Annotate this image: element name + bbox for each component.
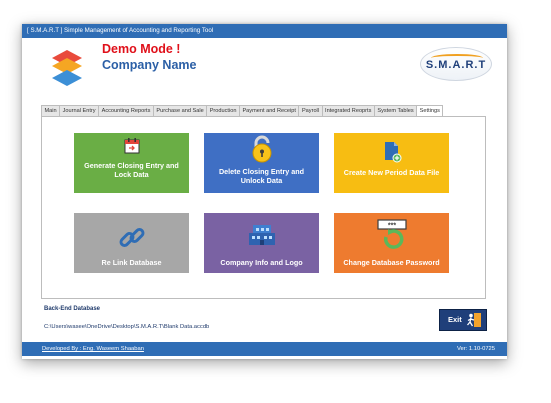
version-label: Ver: 1.10-0725	[456, 346, 495, 352]
generate-closing-entry-button[interactable]: Generate Closing Entry and Lock Data	[74, 133, 189, 193]
svg-text:***: ***	[387, 223, 395, 230]
header: Demo Mode ! Company Name S.M.A.R.T	[22, 38, 507, 108]
relink-database-button[interactable]: Re Link Database	[74, 213, 189, 273]
change-database-password-label: Change Database Password	[343, 258, 440, 267]
company-info-label: Company Info and Logo	[220, 258, 303, 267]
settings-panel: Generate Closing Entry and Lock Data Del…	[41, 116, 486, 299]
app-logo-icon	[52, 50, 82, 86]
backend-database-title: Back-End Database	[44, 306, 101, 312]
new-file-icon	[384, 142, 401, 163]
exit-button[interactable]: Exit	[439, 309, 487, 331]
backend-database-path: C:\Users\wasee\OneDrive\Desktop\S.M.A.R.…	[44, 324, 210, 330]
create-new-period-label: Create New Period Data File	[343, 168, 440, 177]
brand-logo: S.M.A.R.T	[420, 47, 492, 81]
app-window: [ S.M.A.R.T ] Simple Management of Accou…	[22, 24, 507, 359]
status-footer: Developed By : Eng. Waseem Shaaban Ver: …	[22, 342, 507, 356]
exit-door-icon	[467, 313, 481, 327]
link-icon	[119, 228, 144, 247]
delete-closing-entry-label: Delete Closing Entry and Unlock Data	[218, 167, 305, 185]
generate-closing-entry-label: Generate Closing Entry and Lock Data	[84, 161, 179, 179]
company-info-button[interactable]: Company Info and Logo	[204, 213, 319, 273]
demo-mode-label: Demo Mode !	[102, 42, 181, 56]
window-title: [ S.M.A.R.T ] Simple Management of Accou…	[22, 24, 507, 38]
company-name: Company Name	[102, 58, 197, 72]
delete-closing-entry-button[interactable]: Delete Closing Entry and Unlock Data	[204, 133, 319, 193]
brand-swoosh	[431, 54, 483, 62]
building-icon	[248, 225, 275, 245]
relink-database-label: Re Link Database	[101, 258, 162, 267]
password-icon: ***	[376, 219, 407, 249]
unlock-icon	[252, 135, 271, 163]
calendar-icon	[124, 138, 139, 154]
create-new-period-button[interactable]: Create New Period Data File	[334, 133, 449, 193]
exit-label: Exit	[448, 315, 462, 324]
developer-credit: Developed By : Eng. Waseem Shaaban	[42, 346, 144, 352]
change-database-password-button[interactable]: *** Change Database Password	[334, 213, 449, 273]
